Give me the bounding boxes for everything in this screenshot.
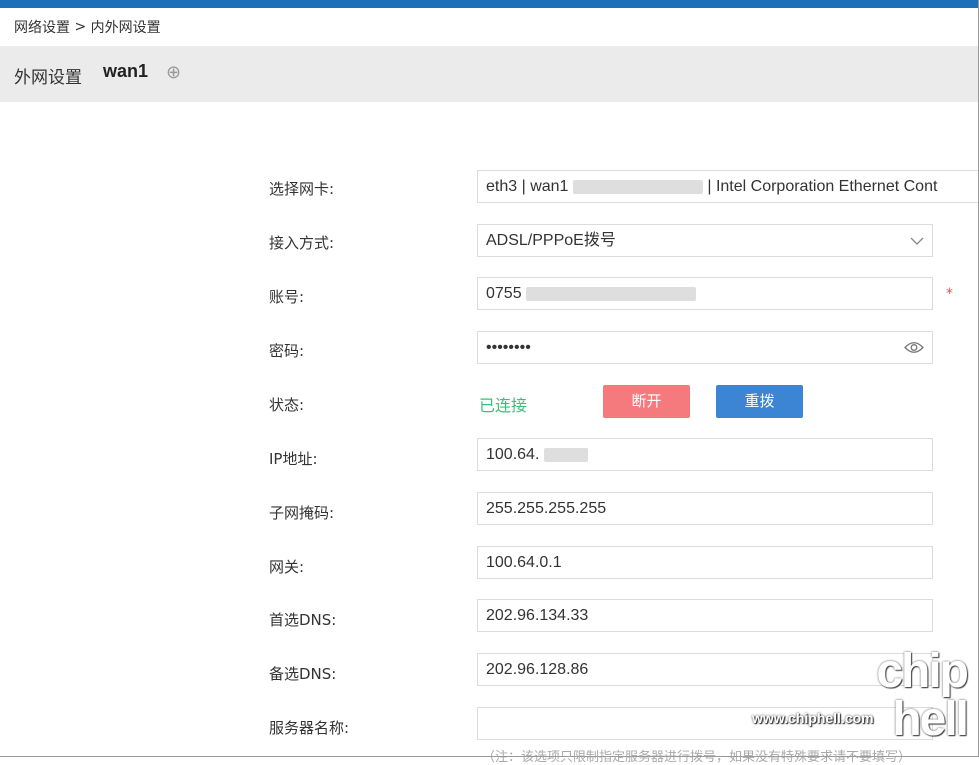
ip-label: IP地址: bbox=[269, 450, 318, 468]
required-marker: * bbox=[946, 286, 953, 302]
interface-name: wan1 bbox=[103, 61, 149, 81]
add-icon[interactable]: ⊕ bbox=[166, 62, 181, 83]
breadcrumb-separator: > bbox=[74, 19, 87, 35]
connection-status: 已连接 bbox=[479, 396, 528, 415]
eye-icon[interactable] bbox=[904, 332, 924, 363]
dns1-input[interactable]: 202.96.134.33 bbox=[477, 599, 933, 632]
dns1-label: 首选DNS: bbox=[269, 611, 337, 629]
redial-button[interactable]: 重拨 bbox=[716, 385, 803, 418]
watermark: chip hell www.chiphell.com bbox=[750, 640, 979, 757]
watermark-logo-top: chip bbox=[876, 645, 969, 698]
watermark-logo-bottom: hell bbox=[892, 693, 969, 746]
access-label: 接入方式: bbox=[269, 234, 335, 252]
nic-value-suffix: | Intel Corporation Ethernet Cont bbox=[707, 178, 938, 195]
dns2-label: 备选DNS: bbox=[269, 665, 337, 683]
dns1-value: 202.96.134.33 bbox=[486, 607, 589, 624]
redacted-ip bbox=[543, 447, 588, 462]
access-method-select[interactable]: ADSL/PPPoE拨号 bbox=[477, 224, 933, 257]
breadcrumb-current: 内外网设置 bbox=[90, 20, 161, 36]
section-header: 外网设置 wan1 ⊕ bbox=[0, 46, 979, 102]
nic-label: 选择网卡: bbox=[269, 180, 335, 198]
ip-input[interactable]: 100.64. bbox=[477, 438, 933, 471]
password-label: 密码: bbox=[269, 342, 305, 360]
chevron-down-icon bbox=[910, 230, 924, 256]
watermark-url: www.chiphell.com bbox=[752, 710, 874, 726]
password-input[interactable]: •••••••• bbox=[477, 331, 933, 364]
access-method-value: ADSL/PPPoE拨号 bbox=[486, 232, 616, 249]
breadcrumb: 网络设置 > 内外网设置 bbox=[14, 17, 161, 37]
ip-value: 100.64. bbox=[486, 446, 540, 463]
nic-select[interactable]: eth3 | wan1 | Intel Corporation Ethernet… bbox=[477, 170, 979, 203]
redacted-account bbox=[526, 286, 697, 301]
account-input[interactable]: 0755 bbox=[477, 277, 933, 310]
account-label: 账号: bbox=[269, 288, 305, 306]
server-name-label: 服务器名称: bbox=[269, 719, 350, 737]
account-value: 0755 bbox=[486, 285, 522, 302]
nic-value-prefix: eth3 | wan1 bbox=[486, 178, 569, 195]
gateway-input[interactable]: 100.64.0.1 bbox=[477, 546, 933, 579]
redacted-mac bbox=[572, 179, 703, 194]
mask-label: 子网掩码: bbox=[269, 504, 335, 522]
gateway-label: 网关: bbox=[269, 558, 305, 576]
status-label: 状态: bbox=[269, 396, 305, 414]
breadcrumb-parent[interactable]: 网络设置 bbox=[14, 20, 70, 36]
mask-input[interactable]: 255.255.255.255 bbox=[477, 492, 933, 525]
mask-value: 255.255.255.255 bbox=[486, 500, 607, 517]
top-accent-bar bbox=[0, 0, 979, 8]
section-title: 外网设置 bbox=[14, 68, 82, 88]
gateway-value: 100.64.0.1 bbox=[486, 554, 562, 571]
dns2-value: 202.96.128.86 bbox=[486, 661, 589, 678]
password-value: •••••••• bbox=[486, 339, 531, 356]
disconnect-button[interactable]: 断开 bbox=[603, 385, 690, 418]
